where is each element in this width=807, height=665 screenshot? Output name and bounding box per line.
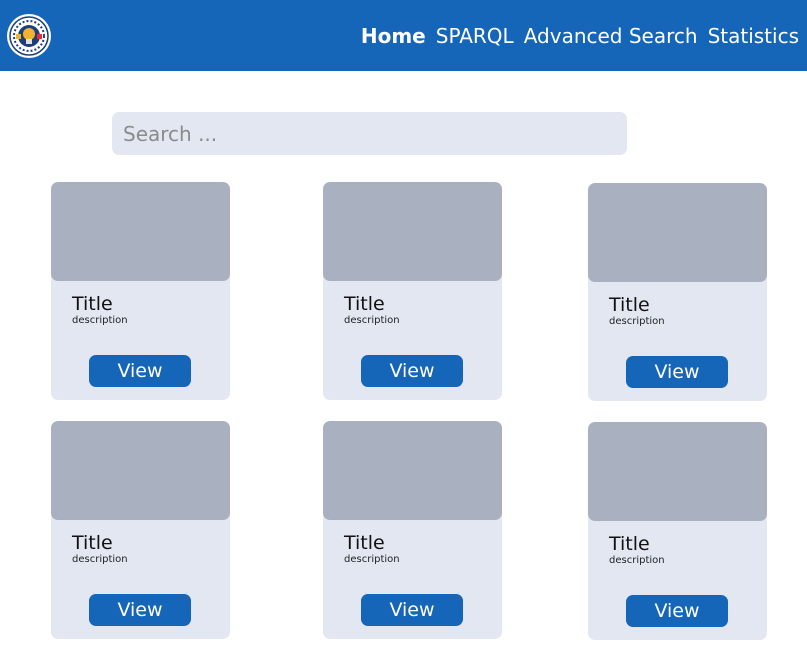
- card: Title description View: [588, 422, 767, 640]
- nav-home[interactable]: Home: [361, 24, 426, 48]
- card: Title description View: [323, 182, 502, 400]
- logo-icon[interactable]: [7, 14, 51, 58]
- view-button[interactable]: View: [89, 355, 191, 387]
- view-button[interactable]: View: [361, 355, 463, 387]
- view-button[interactable]: View: [361, 594, 463, 626]
- card-title: Title: [72, 532, 113, 554]
- view-button[interactable]: View: [89, 594, 191, 626]
- card-title: Title: [609, 294, 650, 316]
- card-title: Title: [609, 533, 650, 555]
- card-image-placeholder: [588, 183, 767, 282]
- card-title: Title: [344, 293, 385, 315]
- view-button[interactable]: View: [626, 595, 728, 627]
- search-input[interactable]: [112, 112, 627, 155]
- nav-statistics[interactable]: Statistics: [708, 24, 799, 48]
- card-title: Title: [72, 293, 113, 315]
- card-image-placeholder: [51, 182, 230, 281]
- card-image-placeholder: [588, 422, 767, 521]
- card: Title description View: [323, 421, 502, 639]
- card: Title description View: [51, 182, 230, 400]
- top-navbar: Home SPARQL Advanced Search Statistics: [0, 0, 807, 71]
- card: Title description View: [588, 183, 767, 401]
- card: Title description View: [51, 421, 230, 639]
- card-description: description: [609, 555, 665, 566]
- main-nav: Home SPARQL Advanced Search Statistics: [361, 0, 799, 71]
- card-description: description: [72, 554, 128, 565]
- card-description: description: [344, 554, 400, 565]
- card-image-placeholder: [323, 182, 502, 281]
- nav-sparql[interactable]: SPARQL: [436, 24, 514, 48]
- card-image-placeholder: [51, 421, 230, 520]
- card-description: description: [609, 316, 665, 327]
- card-image-placeholder: [323, 421, 502, 520]
- card-description: description: [72, 315, 128, 326]
- nav-advanced-search[interactable]: Advanced Search: [524, 24, 698, 48]
- card-title: Title: [344, 532, 385, 554]
- view-button[interactable]: View: [626, 356, 728, 388]
- card-description: description: [344, 315, 400, 326]
